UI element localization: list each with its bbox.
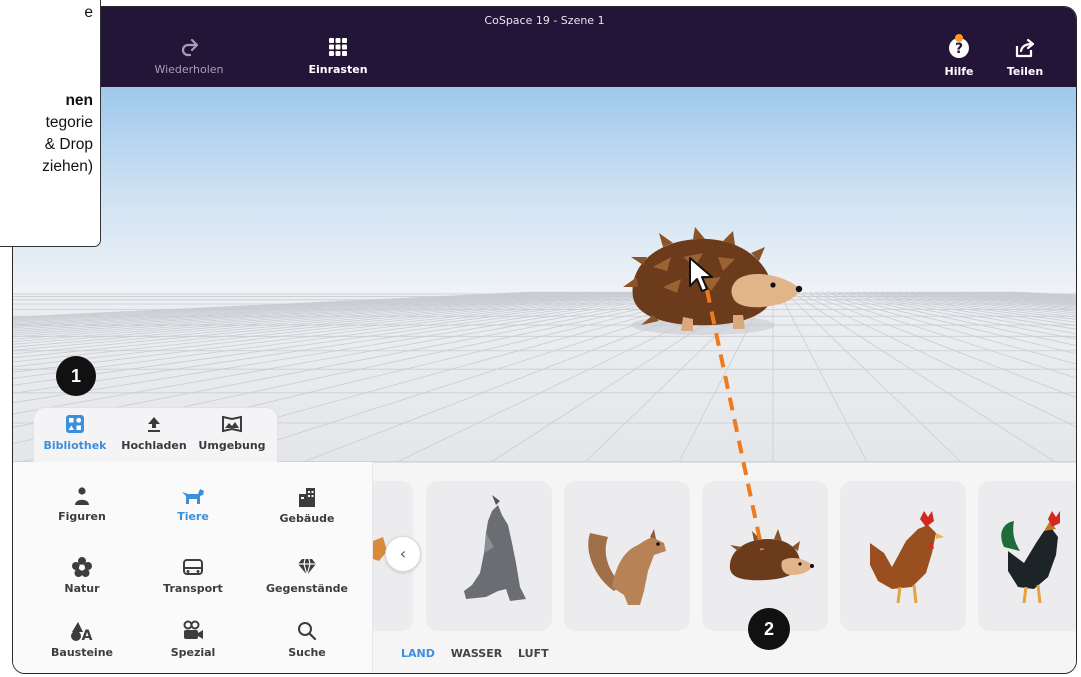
step-marker-1: 1: [56, 356, 96, 396]
snap-button[interactable]: Einrasten: [303, 37, 373, 76]
svg-text:A: A: [82, 628, 93, 642]
library-item-hen[interactable]: [840, 481, 966, 631]
share-label: Teilen: [1006, 65, 1044, 78]
callout-line-3: tegorie: [45, 114, 93, 131]
svg-text:?: ?: [955, 41, 963, 57]
building-icon: [299, 488, 315, 507]
category-animals[interactable]: Tiere: [143, 486, 243, 523]
category-buildings[interactable]: Gebäude: [257, 486, 357, 525]
category-transport-label: Transport: [163, 582, 223, 595]
subtab-air[interactable]: LUFT: [518, 647, 549, 660]
top-toolbar: CoSpace 19 - Szene 1 Rückgängig Wiederho…: [13, 7, 1076, 87]
diamond-icon: [298, 558, 316, 576]
redo-label: Wiederholen: [154, 63, 224, 76]
callout-line-1: e: [84, 4, 93, 21]
app-window: CoSpace 19 - Szene 1 Rückgängig Wiederho…: [12, 6, 1077, 674]
share-icon: [1015, 38, 1035, 58]
flower-icon: [72, 557, 92, 577]
category-figures-label: Figuren: [58, 510, 106, 523]
snap-label: Einrasten: [308, 63, 368, 76]
help-label: Hilfe: [944, 65, 974, 78]
library-item-squirrel[interactable]: [564, 481, 690, 631]
subtab-water[interactable]: WASSER: [451, 647, 503, 660]
tab-library-label: Bibliothek: [43, 439, 107, 452]
callout-line-5: ziehen): [42, 158, 93, 175]
category-animals-label: Tiere: [177, 510, 209, 523]
category-search[interactable]: Suche: [257, 620, 357, 659]
sky: [13, 87, 1076, 297]
redo-button[interactable]: Wiederholen: [129, 37, 249, 76]
step-marker-2: 2: [748, 608, 790, 650]
callout-line-4: & Drop: [44, 136, 93, 153]
library-tabs: Bibliothek Hochladen Umgebung: [33, 407, 278, 465]
category-blocks[interactable]: A Bausteine: [32, 620, 132, 659]
tab-environment[interactable]: Umgebung: [192, 414, 272, 452]
subtab-land[interactable]: LAND: [401, 647, 435, 660]
category-blocks-label: Bausteine: [51, 646, 113, 659]
window-title: CoSpace 19 - Szene 1: [484, 14, 605, 27]
tab-library[interactable]: Bibliothek: [40, 414, 110, 452]
category-buildings-label: Gebäude: [279, 512, 335, 525]
car-icon: [183, 559, 203, 575]
tab-upload[interactable]: Hochladen: [114, 414, 194, 452]
chevron-left-icon: ‹: [399, 544, 407, 563]
category-nature-label: Natur: [64, 582, 100, 595]
person-icon: [75, 487, 89, 505]
callout-line-2: nen: [65, 92, 93, 109]
category-special[interactable]: Spezial: [143, 620, 243, 659]
tab-upload-label: Hochladen: [121, 439, 187, 452]
camera-icon: [183, 620, 203, 639]
scroll-left-button[interactable]: ‹: [385, 536, 421, 572]
help-button[interactable]: ? Hilfe: [937, 34, 981, 78]
upload-icon: [148, 417, 160, 432]
blocks-icon: A: [71, 622, 93, 642]
environment-icon: [222, 415, 242, 433]
redo-icon: [181, 38, 199, 57]
grid-icon: [329, 38, 347, 56]
tab-environment-label: Umgebung: [198, 439, 266, 452]
category-objects[interactable]: Gegenstände: [257, 556, 357, 595]
category-nature[interactable]: Natur: [32, 556, 132, 595]
category-grid: Figuren Tiere Gebäude Natur Transport Ge…: [13, 462, 373, 673]
category-objects-label: Gegenstände: [265, 582, 349, 595]
share-button[interactable]: Teilen: [1001, 37, 1049, 78]
notification-dot: [955, 34, 963, 42]
library-icon: [66, 415, 84, 433]
dog-icon: [182, 489, 204, 504]
category-figures[interactable]: Figuren: [32, 486, 132, 523]
library-item-rooster[interactable]: [978, 481, 1076, 631]
tutorial-callout: e nen tegorie & Drop ziehen): [0, 0, 101, 247]
category-special-label: Spezial: [170, 646, 216, 659]
subcategory-tabs: LAND WASSER LUFT: [401, 647, 561, 660]
library-item-wolf[interactable]: [426, 481, 552, 631]
category-transport[interactable]: Transport: [143, 556, 243, 595]
category-search-label: Suche: [288, 646, 326, 659]
search-icon: [298, 622, 317, 641]
